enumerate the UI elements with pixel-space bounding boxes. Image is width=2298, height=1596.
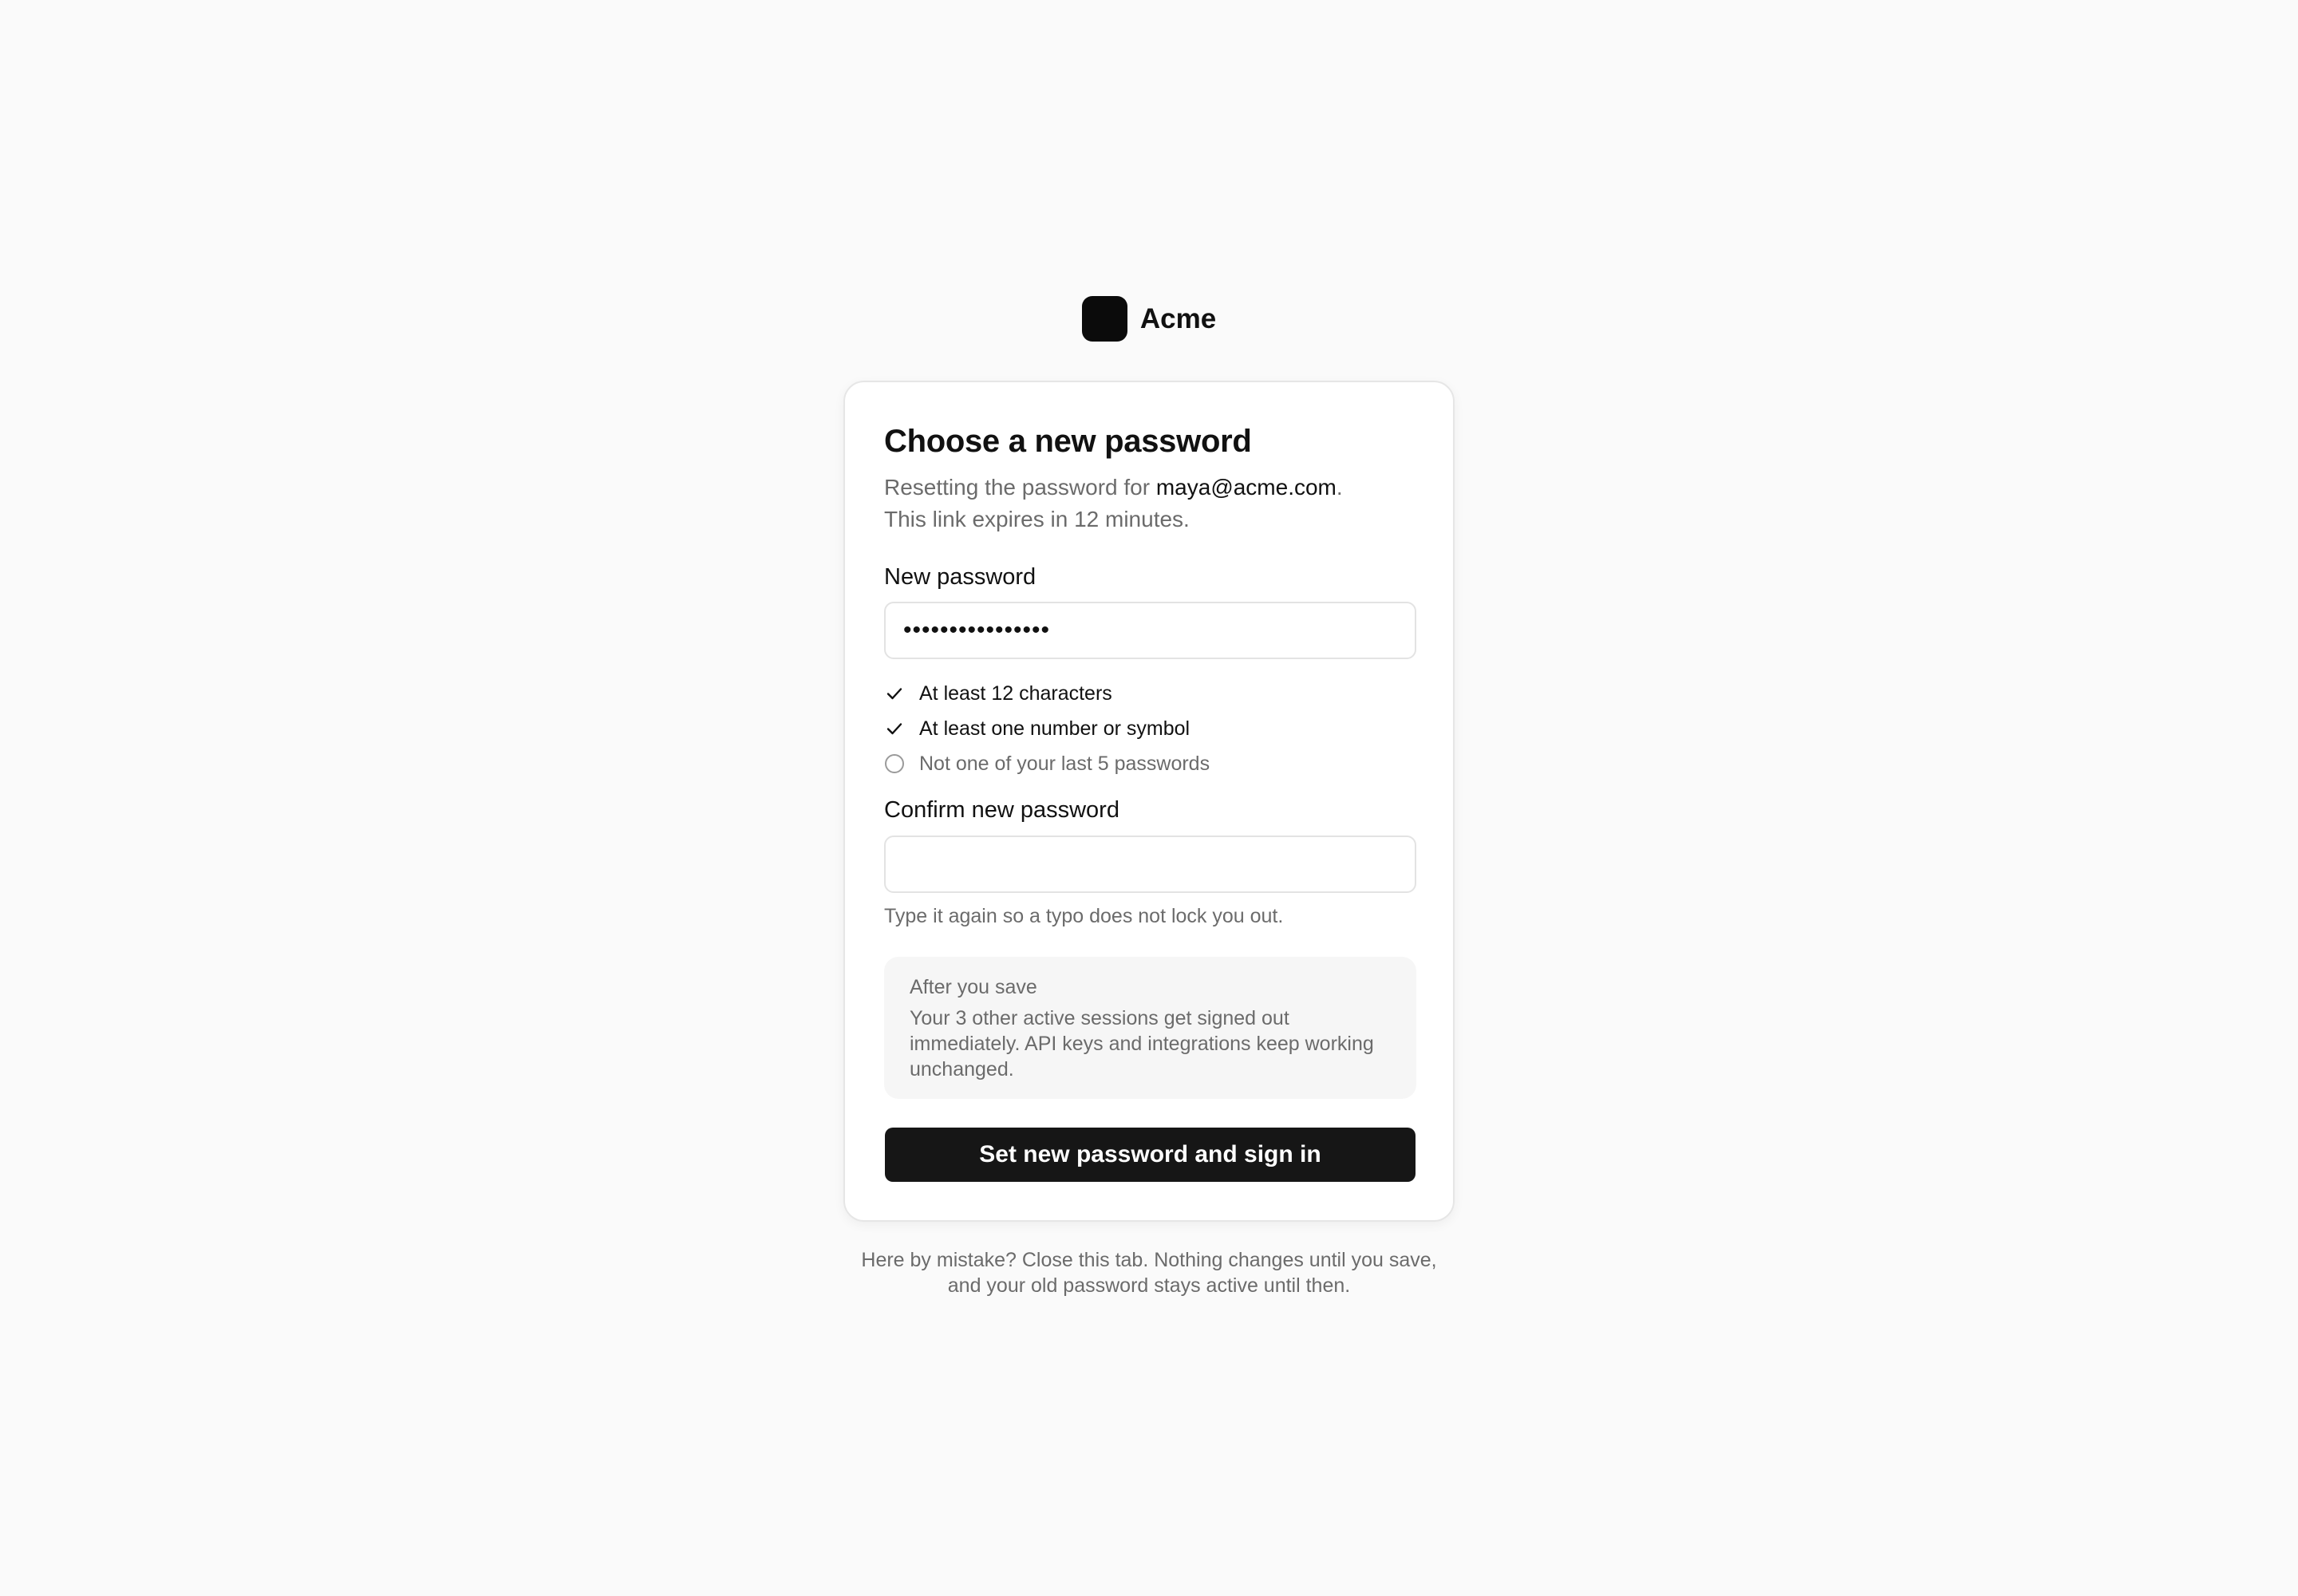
- reset-password-card: Choose a new password Resetting the pass…: [843, 381, 1455, 1222]
- footer-note: Here by mistake? Close this tab. Nothing…: [0, 1247, 2298, 1298]
- new-password-value: ••••••••••••••••: [903, 617, 1051, 643]
- subtitle-prefix: Resetting the password for: [884, 475, 1156, 500]
- check-icon: [884, 718, 905, 739]
- notice-title: After you save: [910, 976, 1037, 998]
- requirement-item: At least 12 characters: [884, 676, 1416, 711]
- subtitle: Resetting the password for maya@acme.com…: [884, 472, 1416, 535]
- check-icon: [884, 683, 905, 704]
- confirm-password-hint: Type it again so a typo does not lock yo…: [884, 905, 1284, 927]
- confirm-password-input[interactable]: [884, 836, 1416, 893]
- new-password-input[interactable]: ••••••••••••••••: [884, 602, 1416, 659]
- notice-body: Your 3 other active sessions get signed …: [910, 1007, 1374, 1080]
- requirement-text: At least 12 characters: [919, 681, 1112, 705]
- subtitle-suffix: .: [1336, 475, 1343, 500]
- confirm-password-label: Confirm new password: [884, 797, 1119, 823]
- requirement-item: At least one number or symbol: [884, 711, 1416, 746]
- expiry-text: This link expires in 12 minutes.: [884, 507, 1190, 531]
- page-title: Choose a new password: [884, 424, 1252, 459]
- circle-icon: [884, 753, 905, 774]
- subtitle-line-1: Resetting the password for maya@acme.com…: [884, 472, 1416, 504]
- brand-name: Acme: [1139, 302, 1217, 334]
- submit-button[interactable]: Set new password and sign in: [885, 1128, 1416, 1182]
- requirement-item: Not one of your last 5 passwords: [884, 746, 1416, 781]
- brand-header: Acme: [0, 296, 2298, 342]
- new-password-label: New password: [884, 564, 1036, 590]
- password-requirements: At least 12 characters At least one numb…: [884, 676, 1416, 781]
- footer-line-2: and your old password stays active until…: [947, 1274, 1351, 1297]
- requirement-text: Not one of your last 5 passwords: [919, 752, 1210, 775]
- after-save-notice: After you save Your 3 other active sessi…: [884, 957, 1416, 1099]
- brand-logo-icon: [1081, 296, 1127, 342]
- footer-line-1: Here by mistake? Close this tab. Nothing…: [861, 1249, 1437, 1271]
- account-email: maya@acme.com: [1155, 475, 1337, 500]
- requirement-text: At least one number or symbol: [919, 717, 1190, 740]
